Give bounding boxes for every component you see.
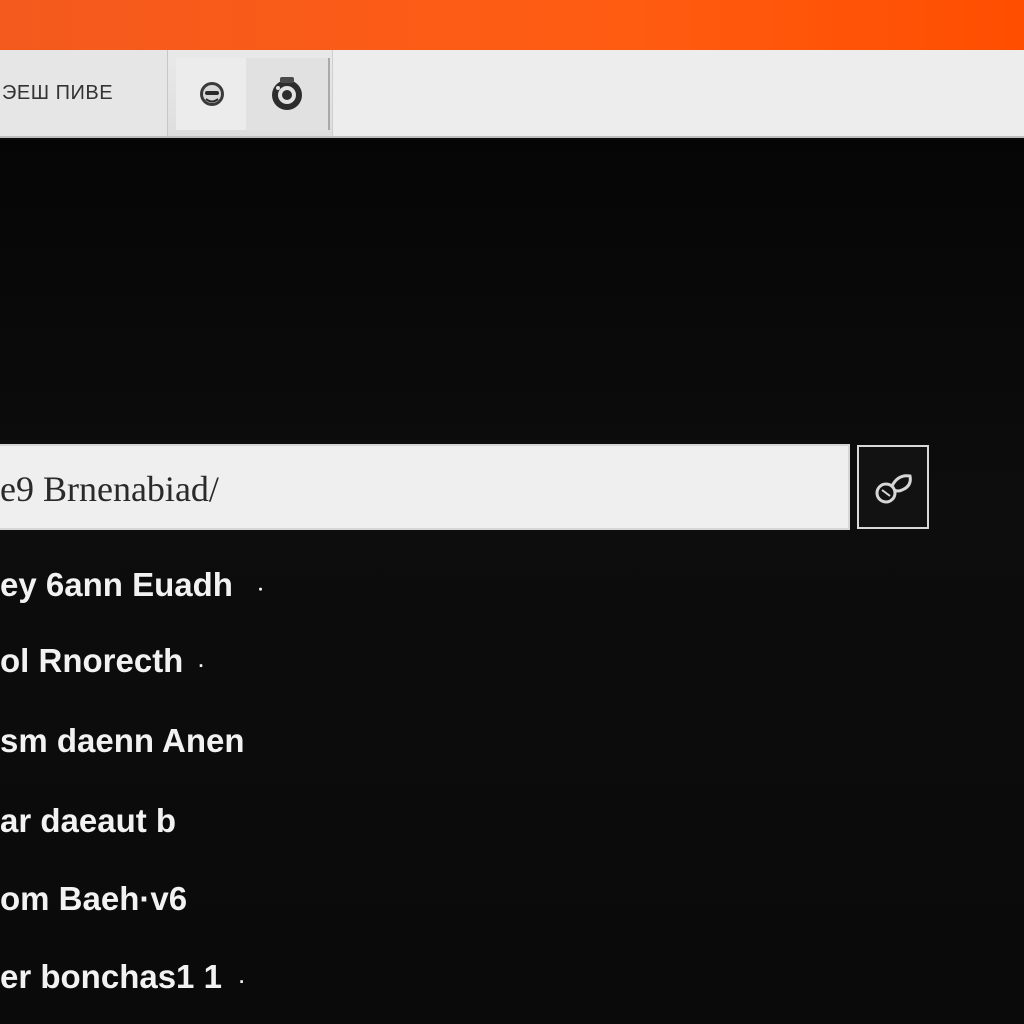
list-item-label: er bonchas1 1: [0, 958, 222, 995]
search-input[interactable]: e9 Brnenabiad/: [0, 444, 850, 530]
list-item[interactable]: ol Rnorecth ·: [0, 626, 700, 696]
toolbar-button-face[interactable]: [176, 58, 248, 130]
list-item[interactable]: ey 6ann Euadh ㆍ: [0, 550, 700, 620]
face-icon: [200, 82, 224, 106]
camera-icon: [272, 77, 302, 110]
list-item-label: sm daenn Anen: [0, 722, 245, 759]
list-item-label: om Baeh·v6: [0, 880, 188, 917]
search-button[interactable]: [857, 445, 929, 529]
list-item-label: ey 6ann Euadh: [0, 566, 233, 603]
toolbar-empty-area: [332, 50, 1024, 136]
tab-title-label: ЭЕШ ПИВЕ: [2, 82, 114, 104]
window-title-bar: [0, 0, 1024, 50]
list-item[interactable]: sm daenn Anen: [0, 706, 700, 776]
list-item[interactable]: er bonchas1 1 ·: [0, 942, 700, 1012]
toolbar: ЭЕШ ПИВЕ: [0, 50, 1024, 138]
search-icon: [875, 474, 912, 504]
list-item-label: ol Rnorecth: [0, 642, 184, 679]
search-input-value: e9 Brnenabiad/: [0, 469, 219, 509]
list-item[interactable]: ar daeaut b: [0, 786, 700, 856]
toolbar-button-camera[interactable]: [246, 58, 330, 130]
tab-title[interactable]: ЭЕШ ПИВЕ: [0, 50, 168, 136]
list-item-suffix: ·: [239, 972, 246, 992]
list-item-suffix: ㆍ: [252, 580, 269, 600]
list-item[interactable]: om Baeh·v6: [0, 864, 700, 934]
list-item-suffix: ·: [198, 656, 205, 676]
list-item-label: ar daeaut b: [0, 802, 177, 839]
